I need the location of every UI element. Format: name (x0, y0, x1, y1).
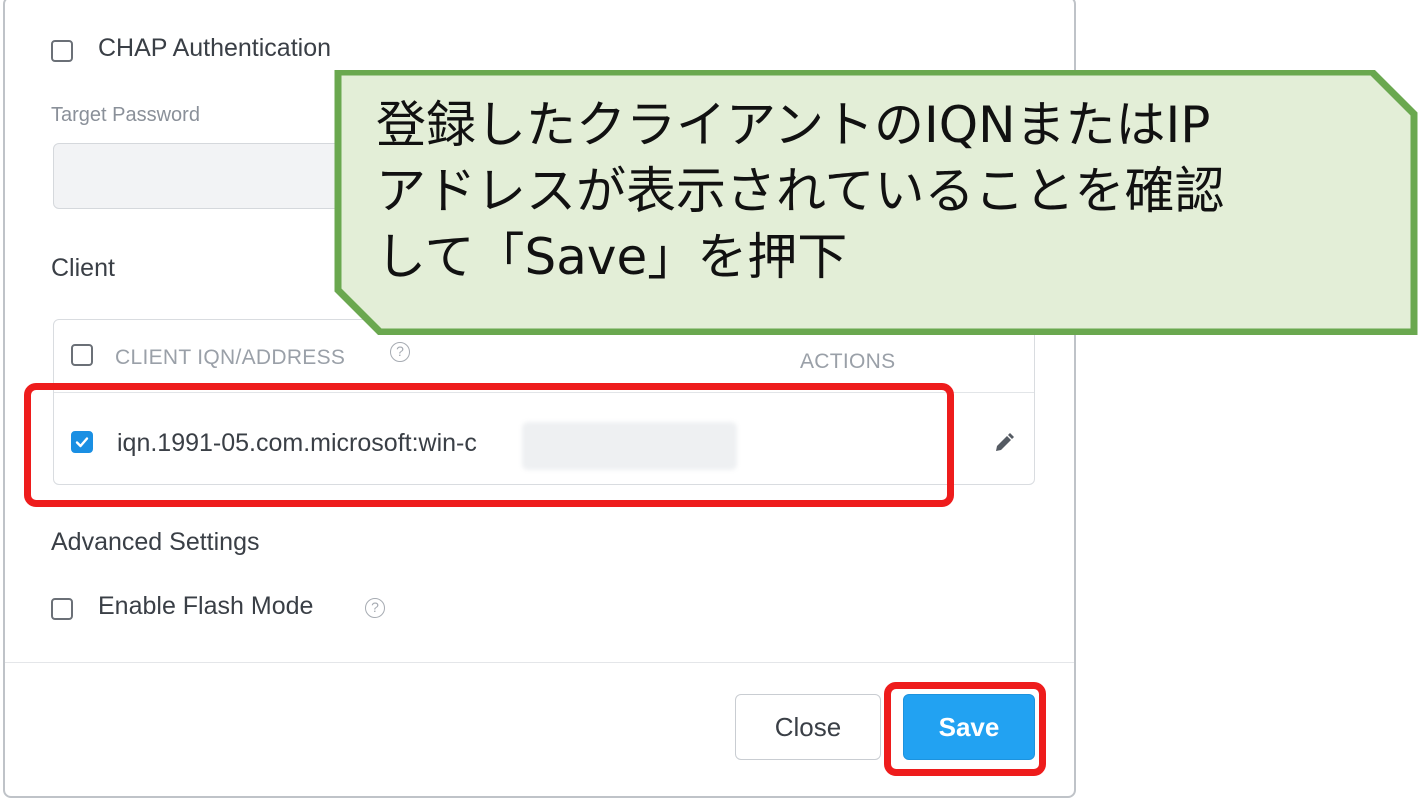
pencil-icon[interactable] (992, 431, 1016, 460)
close-button[interactable]: Close (735, 694, 881, 760)
help-icon[interactable]: ? (365, 598, 385, 618)
chap-checkbox[interactable] (51, 40, 73, 62)
help-icon[interactable]: ? (390, 342, 410, 362)
client-section-title: Client (51, 254, 115, 282)
callout-text: 登録したクライアントのIQNまたはIP アドレスが表示されていることを確認 して… (376, 96, 1225, 286)
highlight-save-button (884, 682, 1046, 776)
target-password-label: Target Password (51, 104, 200, 126)
footer-divider (5, 662, 1074, 663)
flash-mode-checkbox[interactable] (51, 598, 73, 620)
select-all-checkbox[interactable] (71, 344, 93, 366)
column-header-client-iqn: CLIENT IQN/ADDRESS (115, 346, 346, 369)
advanced-settings-title: Advanced Settings (51, 528, 260, 556)
flash-mode-label: Enable Flash Mode (98, 592, 314, 620)
chap-label: CHAP Authentication (98, 34, 332, 62)
highlight-client-row (24, 383, 954, 507)
column-header-actions: ACTIONS (800, 350, 896, 373)
